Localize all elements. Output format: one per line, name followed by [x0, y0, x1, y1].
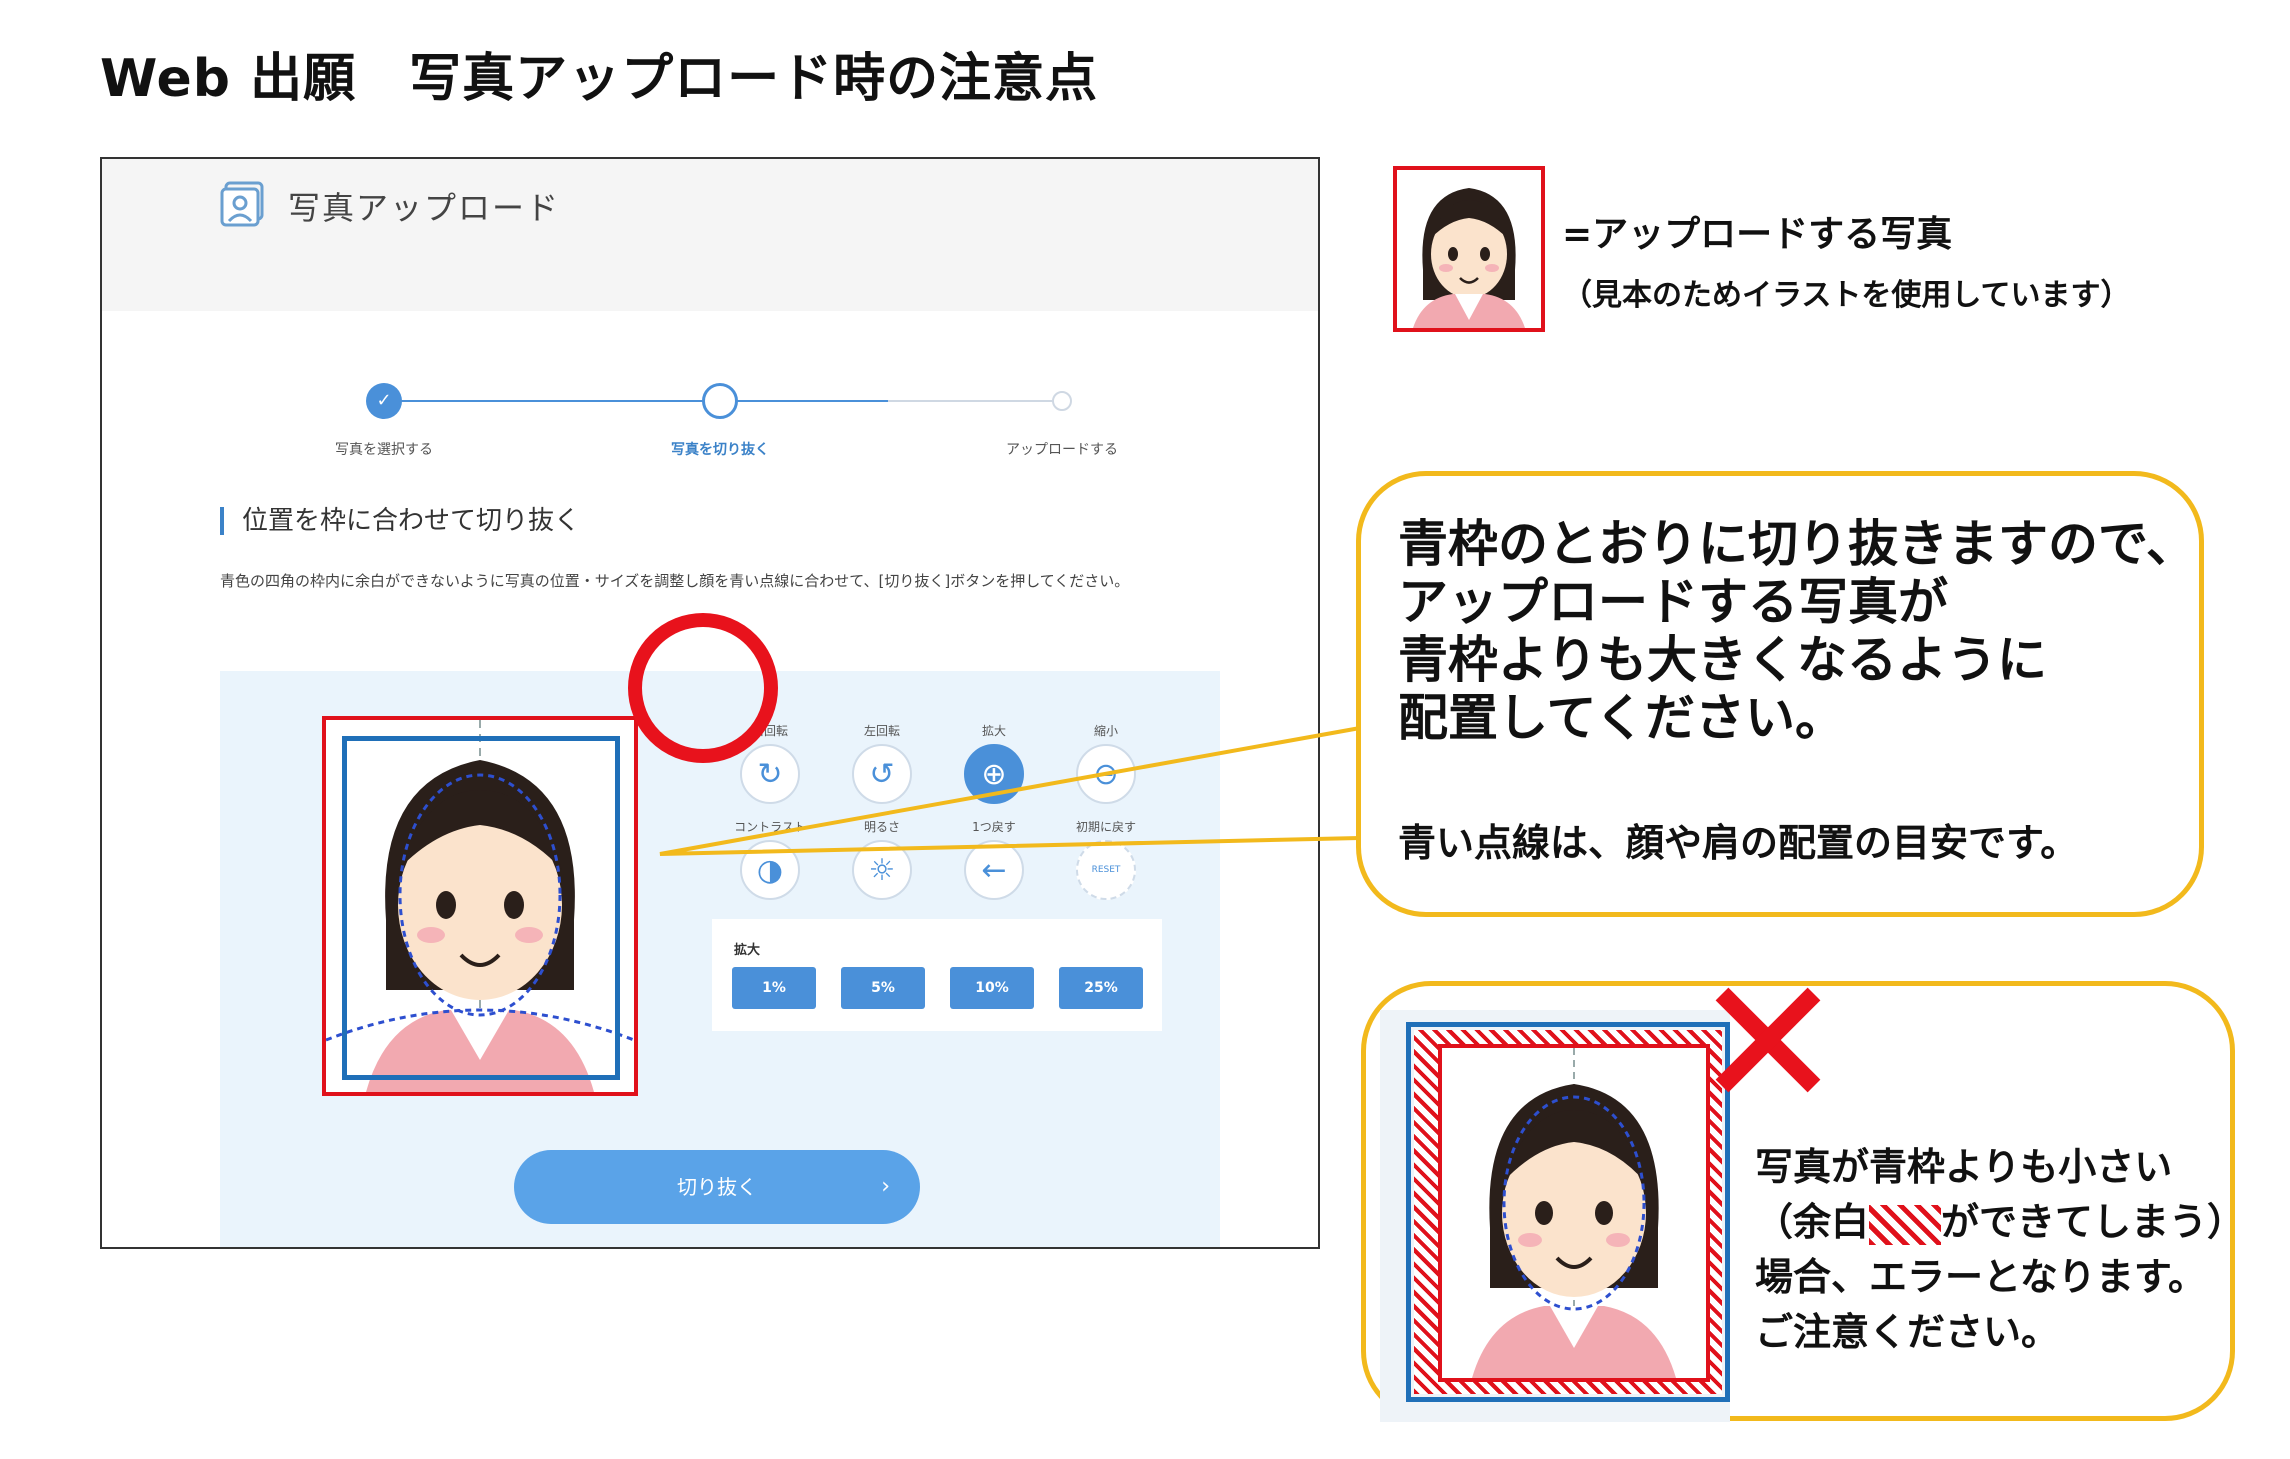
zoom-step-label: 拡大: [734, 943, 761, 958]
chevron-right-icon: ›: [881, 1174, 890, 1199]
crop-button[interactable]: 切り抜く ›: [514, 1150, 920, 1224]
step-label-select: 写真を選択する: [335, 442, 433, 458]
zoom-in-tool[interactable]: 拡大 ⊕: [938, 722, 1050, 804]
brightness-tool[interactable]: 明るさ ☼: [826, 818, 938, 900]
too-small-photo: [1438, 1044, 1710, 1382]
step-connector: [384, 400, 720, 402]
undo-icon[interactable]: ←: [964, 840, 1024, 900]
upload-screen-title: 写真アップロード: [288, 189, 561, 227]
blank-margin-swatch: [1869, 1204, 1942, 1245]
rotate-right-icon[interactable]: ↻: [740, 744, 800, 804]
crop-guide-frame: [342, 736, 620, 1080]
tool-label: 拡大: [981, 724, 1006, 738]
callout-fragment: （余白: [1755, 1200, 1870, 1244]
zoom-10-button[interactable]: 10%: [950, 967, 1034, 1009]
tool-label: 初期に戻す: [1075, 820, 1136, 834]
crop-button-label: 切り抜く: [677, 1175, 757, 1199]
step-label-crop: 写真を切り抜く: [671, 442, 769, 458]
callout-fragment: ができてしまう）: [1941, 1200, 2246, 1244]
sample-person-illustration: [1442, 1048, 1706, 1378]
contrast-icon[interactable]: ◑: [740, 840, 800, 900]
callout-line: アップロードする写真が: [1398, 573, 1948, 631]
step-label-upload: アップロードする: [1006, 442, 1118, 458]
sample-person-illustration: [1413, 188, 1525, 328]
rotate-left-tool[interactable]: 左回転 ↺: [826, 722, 938, 804]
section-title: 位置を枠に合わせて切り抜く: [220, 507, 580, 535]
instruction-text: 青色の四角の枠内に余白ができないように写真の位置・サイズを調整し顔を青い点線に合…: [220, 572, 1130, 590]
zoom-out-icon[interactable]: ⊖: [1076, 744, 1136, 804]
contrast-tool[interactable]: コントラスト ◑: [714, 818, 826, 900]
ok-mark-circle: [628, 613, 778, 763]
bad-placement-text: 写真が青枠よりも小さい （余白 ができてしまう） 場合、エラーとなります。 ご注意…: [1755, 1140, 2245, 1360]
callout-line: ご注意ください。: [1755, 1310, 2060, 1354]
undo-tool[interactable]: 1つ戻す ←: [938, 818, 1050, 900]
tool-label: 明るさ: [863, 820, 900, 834]
zoom-5-button[interactable]: 5%: [841, 967, 925, 1009]
step-connector: [720, 400, 888, 402]
zoom-25-button[interactable]: 25%: [1059, 967, 1143, 1009]
step-current-icon: [702, 383, 738, 419]
step-done-icon: ✓: [366, 383, 402, 419]
legend-caption: =アップロードする写真: [1562, 214, 1953, 255]
zoom-out-tool[interactable]: 縮小 ⊖: [1050, 722, 1162, 804]
ng-cross-icon: [1715, 987, 1821, 1093]
callout-line: 青枠のとおりに切り抜きますので、: [1398, 515, 2196, 573]
step-todo-icon: [1052, 391, 1072, 411]
reset-tool[interactable]: 初期に戻す RESET: [1050, 818, 1162, 900]
zoom-in-icon[interactable]: ⊕: [964, 744, 1024, 804]
tool-label: 左回転: [863, 724, 900, 738]
upload-screen-header: 写真アップロード: [102, 159, 1318, 311]
callout-line: 写真が青枠よりも小さい: [1755, 1145, 2173, 1189]
zoom-step-panel: 拡大 1% 5% 10% 25%: [712, 919, 1162, 1031]
tool-label: コントラスト: [734, 820, 806, 834]
legend-sample-photo: [1393, 166, 1545, 332]
callout-line: 配置してください。: [1398, 689, 1845, 747]
callout-line: 場合、エラーとなります。: [1755, 1255, 2207, 1299]
callout-line: （余白 ができてしまう）: [1755, 1195, 2245, 1250]
callout-line: 青枠よりも大きくなるように: [1398, 631, 2047, 689]
photo-icon: [220, 181, 264, 227]
reset-icon[interactable]: RESET: [1076, 840, 1136, 900]
rotate-left-icon[interactable]: ↺: [852, 744, 912, 804]
document-title: Web 出願 写真アップロード時の注意点: [100, 49, 1099, 109]
tool-label: 1つ戻す: [972, 820, 1016, 834]
zoom-1-button[interactable]: 1%: [732, 967, 816, 1009]
step-connector: [888, 400, 1064, 402]
guide-line-note: 青い点線は、顔や肩の配置の目安です。: [1398, 821, 2079, 865]
brightness-icon[interactable]: ☼: [852, 840, 912, 900]
good-placement-text: 青枠のとおりに切り抜きますので、 アップロードする写真が 青枠よりも大きくなるよ…: [1398, 515, 2196, 747]
tool-label: 縮小: [1093, 724, 1118, 738]
legend-note: （見本のためイラストを使用しています）: [1562, 278, 2131, 313]
